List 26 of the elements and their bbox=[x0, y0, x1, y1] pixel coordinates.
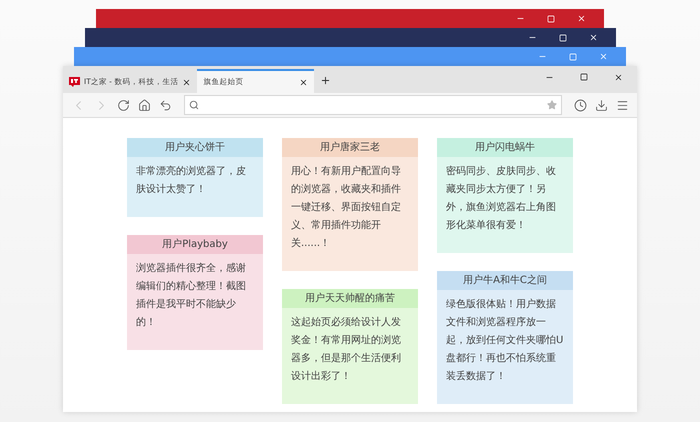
address-field[interactable] bbox=[184, 95, 562, 115]
download-icon[interactable] bbox=[595, 98, 608, 112]
review-text: 用心！有新用户配置向导的浏览器，收藏夹和插件一键迁移、界面按钮自定义、常用插件功能开关......！ bbox=[290, 164, 402, 251]
undo-icon[interactable] bbox=[159, 98, 172, 112]
menu-icon[interactable] bbox=[616, 98, 629, 112]
card-title: 用户夹心饼干 bbox=[127, 138, 263, 157]
card-title: 用户牛A和牛C之间 bbox=[437, 271, 573, 290]
maximize-icon[interactable] bbox=[580, 73, 588, 81]
card-title: 用户闪电蜗牛 bbox=[437, 138, 573, 157]
home-icon[interactable] bbox=[138, 98, 151, 112]
reload-icon[interactable] bbox=[117, 98, 130, 112]
card-title: 用户Playbaby bbox=[127, 235, 263, 254]
review-text: 密码同步、皮肤同步、收藏夹同步太方便了！另外，旗鱼浏览器右上角图形化菜单很有爱！ bbox=[445, 164, 557, 233]
bookmark-star-icon[interactable] bbox=[547, 100, 557, 110]
review-text: 这起始页必须给设计人发奖金！有常用网址的浏览器多，但是那个生活便利设计出彩了！ bbox=[290, 316, 402, 384]
search-icon bbox=[189, 100, 199, 110]
new-tab-icon[interactable] bbox=[320, 75, 332, 86]
close-tab-icon[interactable] bbox=[299, 78, 308, 86]
review-text: 绿色版很体贴！用户数据文件和浏览器程序放一起，放到任何文件夹哪怕U盘都行！再也不怕系统重装丢数据了！ bbox=[445, 298, 564, 384]
close-tab-icon[interactable] bbox=[182, 78, 192, 86]
close-icon[interactable] bbox=[614, 73, 623, 82]
card-title: 用户天天帅醒的痛苦 bbox=[282, 289, 418, 308]
card-title: 用户唐家三老 bbox=[282, 138, 418, 157]
history-icon[interactable] bbox=[574, 98, 587, 112]
review-text: 浏览器插件很齐全，感谢编辑们的精心整理！截图插件是我平时不能缺少的！ bbox=[135, 262, 247, 330]
review-text: 非常漂亮的浏览器了，皮肤设计太赞了！ bbox=[135, 164, 247, 197]
